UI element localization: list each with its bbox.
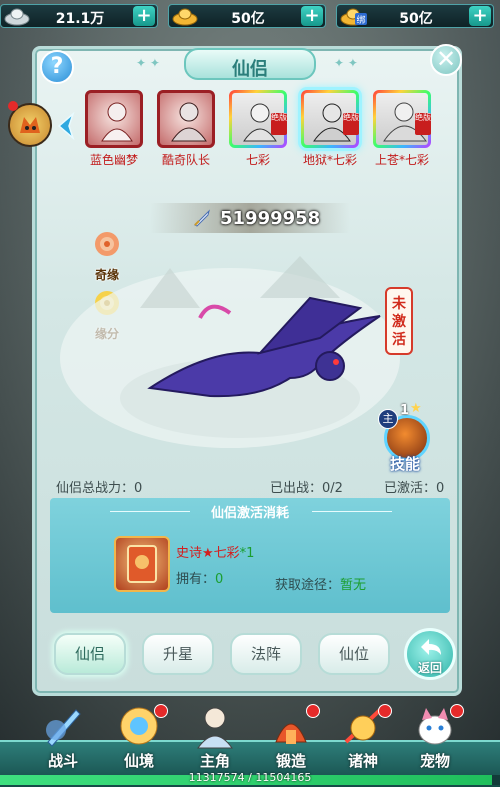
activated-stat: 已激活：0 — [384, 481, 445, 496]
bound-gold-ingot-icon: 绑 — [340, 8, 367, 26]
companion-card-selected[interactable]: 绝版 地狱*七彩 — [300, 90, 360, 168]
nav-wonderland[interactable]: 仙境 — [108, 702, 170, 772]
title-decoration-left: ✦ ✦ — [136, 56, 160, 70]
limited-tag: 绝版 — [271, 113, 287, 135]
companion-portrait: 绝版 — [229, 90, 287, 148]
companion-figure-icon — [101, 102, 133, 142]
skill-button[interactable]: 主 1 ★ 技能 — [378, 401, 438, 473]
page-title: 仙侣 — [232, 59, 268, 80]
owned-count: 拥有：0 — [176, 572, 224, 587]
add-gold-button[interactable]: + — [301, 6, 323, 26]
companion-figure-icon — [171, 102, 207, 142]
acquire-source: 获取途径：暂无 — [275, 578, 367, 593]
currency-value: 50亿 — [231, 11, 265, 27]
item-quantity: *1 — [239, 546, 255, 561]
combat-power-value: 51999958 — [220, 208, 321, 229]
skill-label: 技能 — [390, 455, 421, 473]
companion-card[interactable]: 蓝色幽梦 — [84, 90, 144, 168]
fox-icon — [20, 117, 40, 133]
panel-title-plate: 仙侣 — [170, 44, 330, 84]
add-silver-button[interactable]: + — [133, 6, 155, 26]
notification-dot — [378, 704, 392, 718]
combat-power-bar: 51999958 — [150, 203, 350, 233]
notification-dot — [154, 704, 168, 718]
main-skill-badge: 主 — [378, 409, 398, 429]
companion-name: 酷奇队长 — [161, 153, 210, 167]
skill-level: 1 — [400, 403, 410, 418]
currency-gold: 50亿 + — [168, 4, 326, 28]
add-bound-gold-button[interactable]: + — [469, 6, 491, 26]
scroll-left-arrow-icon[interactable] — [55, 112, 79, 140]
nav-label: 仙境 — [123, 752, 154, 770]
nav-label: 锻造 — [275, 752, 306, 770]
limited-tag: 绝版 — [343, 113, 359, 135]
tab-rank[interactable]: 仙位 — [318, 633, 390, 675]
currency-value: 50亿 — [399, 11, 433, 27]
companion-list: 蓝色幽梦 酷奇队长 绝版 七彩 绝版 地狱*七彩 绝版 上苍*七彩 — [84, 90, 444, 170]
companion-portrait: 绝版 — [301, 90, 359, 148]
currency-value: 21.1万 — [55, 11, 105, 27]
tab-formation[interactable]: 法阵 — [230, 633, 302, 675]
player-avatar[interactable] — [8, 101, 52, 147]
nav-label: 宠物 — [419, 752, 450, 770]
card-item-icon — [127, 545, 157, 583]
silver-ingot-icon — [4, 8, 30, 26]
companion-name: 地狱*七彩 — [302, 153, 357, 167]
gold-ingot-icon — [172, 8, 198, 26]
nav-forge[interactable]: 锻造 — [260, 702, 322, 772]
companion-card[interactable]: 酷奇队长 — [156, 90, 216, 168]
owned-value: 0 — [215, 572, 224, 587]
nav-battle[interactable]: 战斗 — [32, 702, 94, 772]
companion-name: 上苍*七彩 — [374, 153, 429, 167]
acquire-source-value: 暂无 — [340, 578, 367, 593]
limited-tag: 绝版 — [415, 113, 431, 135]
total-power-stat: 仙侣总战力：0 — [56, 481, 143, 496]
notification-dot — [450, 704, 464, 718]
inactive-status-tag: 未激活 — [385, 287, 413, 355]
activation-cost-panel: 仙侣激活消耗 史诗★七彩*1 拥有：0 获取途径：暂无 — [50, 498, 450, 613]
companion-portrait — [85, 90, 143, 148]
nav-label: 诸神 — [347, 752, 378, 770]
tab-companion[interactable]: 仙侣 — [54, 633, 126, 675]
currency-silver: 21.1万 + — [0, 4, 158, 28]
tab-star-up[interactable]: 升星 — [142, 633, 214, 675]
nav-pets[interactable]: 宠物 — [404, 702, 466, 772]
back-button[interactable]: 返回 — [404, 628, 456, 680]
svg-text:绑: 绑 — [356, 14, 365, 26]
activation-item-name: 史诗★七彩*1 — [176, 546, 255, 561]
companion-name: 七彩 — [245, 153, 270, 167]
activation-item-icon[interactable] — [114, 536, 170, 592]
sword-icon — [194, 209, 210, 227]
experience-text: 11317574 / 11504165 — [188, 771, 312, 784]
companion-portrait: 绝版 — [373, 90, 431, 148]
star-icon: ★ — [410, 401, 422, 416]
close-button[interactable]: ✕ — [430, 44, 462, 76]
battle-icon — [46, 709, 81, 747]
deployed-stat: 已出战：0/2 — [270, 481, 343, 496]
nav-protagonist[interactable]: 主角 — [184, 702, 246, 772]
companion-name: 蓝色幽梦 — [89, 153, 138, 167]
help-button[interactable]: ? — [40, 50, 74, 84]
currency-bound-gold: 绑 50亿 + — [336, 4, 494, 28]
protagonist-icon — [197, 707, 233, 749]
companion-card[interactable]: 绝版 上苍*七彩 — [372, 90, 432, 168]
nav-label: 主角 — [199, 752, 230, 770]
back-label: 返回 — [417, 661, 442, 675]
notification-dot — [306, 704, 320, 718]
nav-label: 战斗 — [47, 752, 78, 770]
divider — [312, 511, 392, 512]
currency-bar: 21.1万 + 50亿 + 绑 50亿 + — [0, 0, 500, 34]
nav-gods[interactable]: 诸神 — [332, 702, 394, 772]
companion-portrait — [157, 90, 215, 148]
title-decoration-right: ✦ ✦ — [334, 56, 358, 70]
companion-card[interactable]: 绝版 七彩 — [228, 90, 288, 168]
